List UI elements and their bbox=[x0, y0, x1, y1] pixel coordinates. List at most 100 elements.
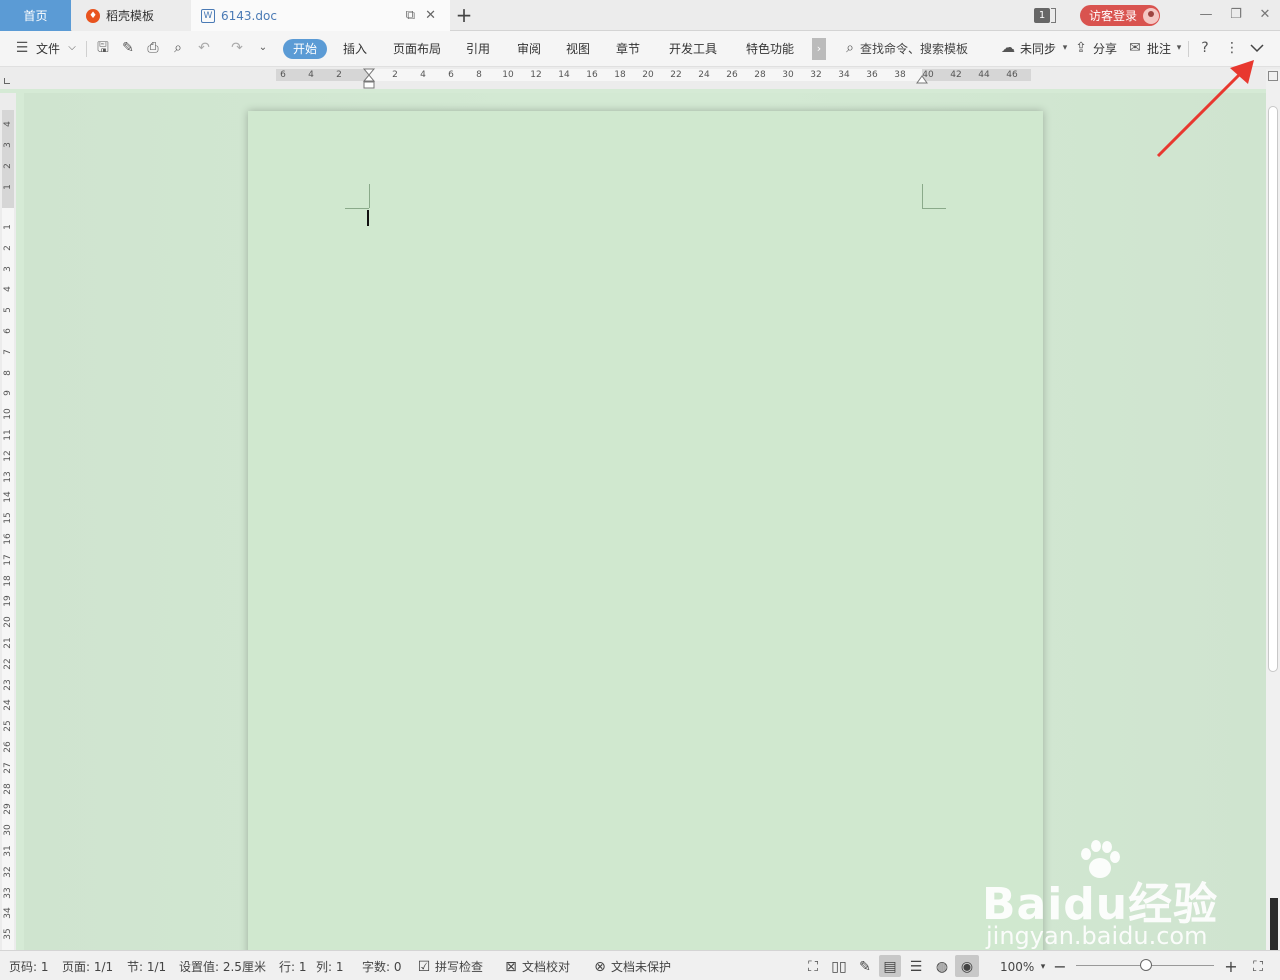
ruler-tick-label: 24 bbox=[698, 70, 710, 80]
side-panel-indicator[interactable] bbox=[1270, 898, 1278, 950]
cloud-sync-icon[interactable]: ☁ bbox=[1000, 40, 1016, 56]
tab-home[interactable]: 首页 bbox=[0, 0, 71, 31]
fit-window-icon[interactable]: ⛶ bbox=[1249, 958, 1267, 976]
close-tab-icon[interactable]: ✕ bbox=[425, 8, 436, 23]
ruler-tick-label: 20 bbox=[3, 616, 13, 628]
quick-access-dropdown-icon[interactable]: ⌄ bbox=[255, 40, 271, 56]
eye-protection-icon[interactable]: ◉ bbox=[958, 958, 976, 976]
ruler-tick-label: 19 bbox=[3, 595, 13, 607]
ruler-tick-label: 30 bbox=[782, 70, 794, 80]
ruler-tick-label: 44 bbox=[978, 70, 990, 80]
tab-template[interactable]: ♦ 稻壳模板 bbox=[72, 0, 205, 31]
zoom-dropdown-icon[interactable]: ▾ bbox=[1034, 958, 1052, 976]
pen-mode-icon[interactable]: ✎ bbox=[856, 958, 874, 976]
close-window-button[interactable]: ✕ bbox=[1256, 6, 1274, 24]
sync-dropdown-icon[interactable]: ▾ bbox=[1057, 40, 1073, 56]
format-painter-icon[interactable]: ✎ bbox=[120, 40, 136, 56]
fullscreen-icon[interactable]: ⛶ bbox=[804, 958, 822, 976]
tab-page-layout[interactable]: 页面布局 bbox=[393, 39, 441, 59]
tab-document-label: 6143.doc bbox=[221, 8, 277, 23]
hamburger-menu-icon[interactable]: ☰ bbox=[14, 40, 30, 56]
search-icon[interactable]: ⌕ bbox=[842, 40, 858, 56]
help-icon[interactable]: ? bbox=[1197, 40, 1213, 56]
crop-mark bbox=[345, 207, 369, 209]
status-section[interactable]: 节: 1/1 bbox=[127, 959, 166, 975]
print-preview-icon[interactable]: ⌕ bbox=[170, 40, 186, 56]
right-indent-marker-icon[interactable] bbox=[916, 74, 928, 84]
reading-mode-icon[interactable]: ▯▯ bbox=[830, 958, 848, 976]
tab-stop-selector-icon[interactable] bbox=[4, 78, 10, 84]
ruler-tick-label: 10 bbox=[502, 70, 514, 80]
ruler-tick-label: 25 bbox=[3, 720, 13, 732]
tab-insert[interactable]: 插入 bbox=[343, 39, 367, 59]
ruler-tick-label: 35 bbox=[3, 928, 13, 940]
comment-dropdown-icon[interactable]: ▾ bbox=[1171, 40, 1187, 56]
tab-special-features[interactable]: 特色功能 bbox=[746, 39, 794, 59]
status-word-count[interactable]: 字数: 0 bbox=[362, 959, 402, 975]
split-view-icon[interactable] bbox=[1268, 71, 1278, 81]
status-setting-value[interactable]: 设置值: 2.5厘米 bbox=[179, 959, 266, 975]
window-count-badge[interactable]: 1 bbox=[1034, 8, 1050, 23]
tab-start[interactable]: 开始 bbox=[283, 39, 327, 59]
ruler-tick-label: 3 bbox=[3, 142, 13, 148]
more-tabs-button[interactable]: › bbox=[812, 38, 826, 60]
save-icon[interactable]: 🖫 bbox=[95, 40, 111, 56]
page-view-icon[interactable]: ▤ bbox=[881, 958, 899, 976]
tab-references[interactable]: 引用 bbox=[466, 39, 490, 59]
comment-icon[interactable]: ✉ bbox=[1127, 40, 1143, 56]
tab-review[interactable]: 审阅 bbox=[517, 39, 541, 59]
zoom-out-icon[interactable]: − bbox=[1051, 958, 1069, 976]
ruler-tick-label: 15 bbox=[3, 512, 13, 524]
command-search[interactable]: 查找命令、搜索模板 bbox=[860, 39, 968, 59]
login-button[interactable]: 访客登录 bbox=[1080, 5, 1160, 26]
ruler-tick-label: 18 bbox=[614, 70, 626, 80]
status-pages[interactable]: 页面: 1/1 bbox=[62, 959, 113, 975]
ruler-tick-label: 31 bbox=[3, 845, 13, 857]
status-row[interactable]: 行: 1 bbox=[279, 959, 307, 975]
pin-window-icon[interactable]: ⧉ bbox=[406, 8, 415, 23]
zoom-level[interactable]: 100% bbox=[1000, 959, 1034, 975]
spell-check-button[interactable]: 拼写检查 bbox=[435, 959, 483, 975]
scrollbar-thumb[interactable] bbox=[1268, 106, 1278, 672]
ruler-tick-label: 16 bbox=[586, 70, 598, 80]
zoom-slider-knob[interactable] bbox=[1140, 959, 1152, 971]
more-options-icon[interactable]: ⋮ bbox=[1224, 40, 1240, 56]
protection-icon[interactable]: ⊗ bbox=[591, 958, 609, 976]
comment-button[interactable]: 批注 bbox=[1147, 39, 1171, 59]
document-page[interactable] bbox=[248, 111, 1043, 961]
spell-check-icon[interactable]: ☑ bbox=[415, 958, 433, 976]
tab-section[interactable]: 章节 bbox=[616, 39, 640, 59]
ruler-tick-label: 32 bbox=[810, 70, 822, 80]
baidu-watermark: Baidu经验 jingyan.baidu.com bbox=[982, 840, 1222, 950]
restore-button[interactable]: ❐ bbox=[1227, 6, 1245, 24]
redo-icon[interactable]: ↷ bbox=[229, 40, 245, 56]
print-icon[interactable]: ⎙ bbox=[145, 40, 161, 56]
tab-document[interactable]: W 6143.doc ⧉ ✕ bbox=[191, 0, 450, 31]
outline-view-icon[interactable]: ☰ bbox=[907, 958, 925, 976]
ruler-tick-label: 6 bbox=[3, 328, 13, 334]
new-tab-button[interactable]: + bbox=[452, 3, 476, 27]
protection-status[interactable]: 文档未保护 bbox=[611, 959, 671, 975]
share-icon[interactable]: ⇪ bbox=[1073, 40, 1089, 56]
web-view-icon[interactable]: ◍ bbox=[933, 958, 951, 976]
sync-status[interactable]: 未同步 bbox=[1020, 39, 1056, 59]
collapse-ribbon-icon[interactable] bbox=[1249, 40, 1265, 56]
ruler-tick-label: 26 bbox=[3, 741, 13, 753]
status-column[interactable]: 列: 1 bbox=[316, 959, 344, 975]
indent-marker-icon[interactable] bbox=[362, 68, 376, 90]
ruler-tick-label: 2 bbox=[3, 163, 13, 169]
proofread-button[interactable]: 文档校对 bbox=[522, 959, 570, 975]
file-menu[interactable]: 文件 bbox=[36, 39, 60, 59]
ruler-tick-label: 4 bbox=[308, 70, 314, 80]
chevron-down-icon[interactable]: ⌵ bbox=[64, 40, 80, 56]
ruler-tick-label: 21 bbox=[3, 637, 13, 649]
share-button[interactable]: 分享 bbox=[1093, 39, 1117, 59]
tab-developer[interactable]: 开发工具 bbox=[669, 39, 717, 59]
zoom-in-icon[interactable]: + bbox=[1222, 958, 1240, 976]
status-page-number[interactable]: 页码: 1 bbox=[9, 959, 49, 975]
proofread-icon[interactable]: ⊠ bbox=[502, 958, 520, 976]
ruler-tick-label: 7 bbox=[3, 349, 13, 355]
minimize-button[interactable]: — bbox=[1197, 6, 1215, 24]
undo-icon[interactable]: ↶ bbox=[196, 40, 212, 56]
tab-view[interactable]: 视图 bbox=[566, 39, 590, 59]
